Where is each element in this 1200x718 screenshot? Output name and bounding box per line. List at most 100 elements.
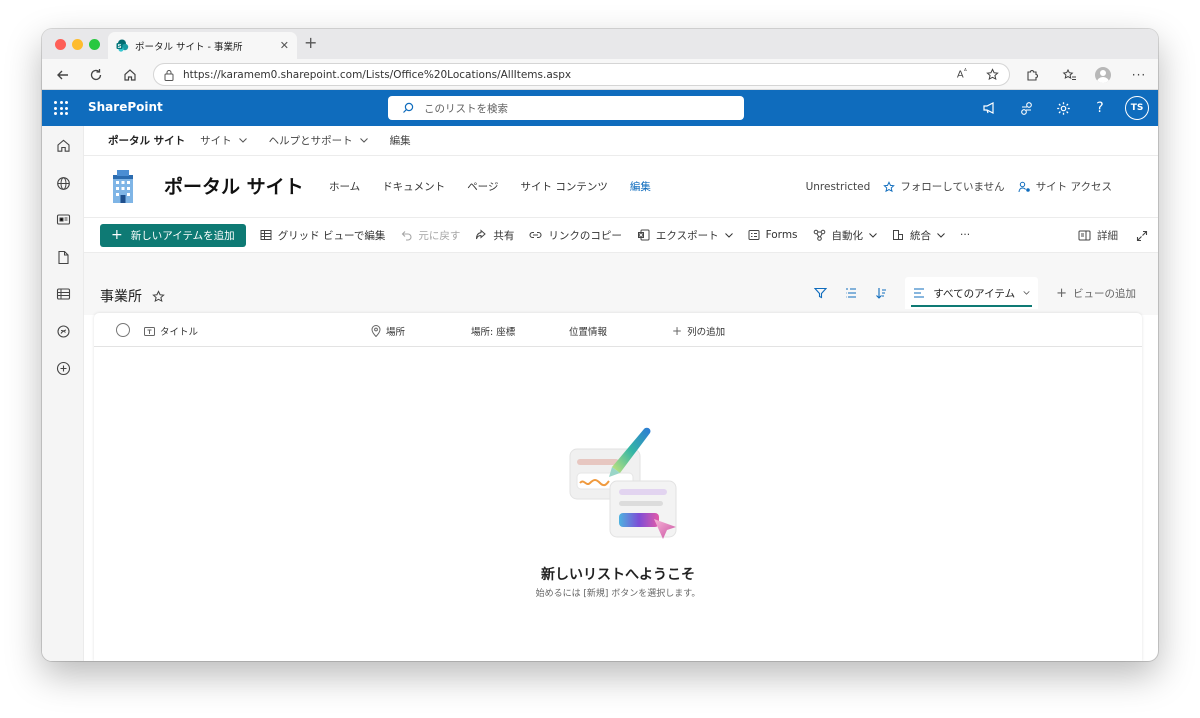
integrate-icon [893, 230, 904, 240]
plus-icon: + [672, 324, 683, 338]
nav-home[interactable]: ホーム [329, 179, 360, 194]
automate-button[interactable]: 自動化 [813, 228, 878, 243]
read-aloud-icon[interactable]: Aᐞ [957, 68, 967, 80]
copy-link-button[interactable]: リンクのコピー [529, 228, 622, 243]
browser-tab[interactable]: S ポータル サイト - 事業所 ✕ [108, 32, 297, 59]
app-launcher-icon[interactable] [54, 101, 68, 115]
tab-bar: S ポータル サイト - 事業所 ✕ + [42, 29, 1158, 59]
sort-icon[interactable] [875, 287, 887, 299]
minimize-window-button[interactable] [72, 39, 83, 50]
column-location-coordinates[interactable]: 場所: 座標 [471, 324, 515, 338]
hub-site-link[interactable]: ポータル サイト [108, 133, 185, 148]
viva-engage-icon[interactable] [54, 322, 72, 340]
hub-navigation: ポータル サイト サイト ヘルプとサポート 編集 [84, 126, 1158, 156]
command-bar: + 新しいアイテムを追加 グリッド ビューで編集 元に戻す 共有 リンクのコピー … [84, 218, 1158, 253]
column-geolocation[interactable]: 位置情報 [569, 324, 607, 338]
nav-edit[interactable]: 編集 [630, 179, 651, 194]
share-label: 共有 [493, 229, 515, 242]
nav-site-contents[interactable]: サイト コンテンツ [520, 179, 607, 194]
list-title[interactable]: 事業所 [100, 286, 142, 306]
close-window-button[interactable] [55, 39, 66, 50]
follow-label: フォローしていません [900, 181, 1005, 193]
favorite-list-star-icon[interactable] [152, 289, 165, 303]
hub-nav-help[interactable]: ヘルプとサポート [269, 133, 368, 148]
column-location[interactable]: 場所 [371, 324, 405, 338]
chevron-down-icon [724, 232, 733, 238]
app-name[interactable]: SharePoint [88, 100, 163, 114]
help-icon[interactable]: ? [1091, 99, 1109, 117]
share-icon [476, 229, 487, 240]
announcement-icon[interactable] [980, 99, 998, 117]
home-button[interactable] [120, 65, 140, 85]
browser-menu-icon[interactable]: ··· [1129, 65, 1149, 85]
close-tab-icon[interactable]: ✕ [280, 39, 289, 52]
lists-icon[interactable] [54, 285, 72, 303]
chevron-down-icon [869, 232, 877, 238]
extensions-button[interactable] [1022, 65, 1042, 85]
nav-documents[interactable]: ドキュメント [382, 179, 445, 194]
file-icon[interactable] [54, 248, 72, 266]
add-view-label: ビューの追加 [1073, 287, 1136, 300]
hub-nav-sites[interactable]: サイト [200, 133, 247, 148]
add-column-button[interactable]: + 列の追加 [672, 324, 725, 338]
site-navigation: ホーム ドキュメント ページ サイト コンテンツ 編集 [329, 179, 651, 194]
favorites-button[interactable] [1059, 65, 1079, 85]
sharepoint-favicon-icon: S [116, 39, 129, 52]
location-pin-icon [371, 325, 381, 337]
new-tab-button[interactable]: + [304, 35, 317, 51]
address-toolbar: https://karamem0.sharepoint.com/Lists/Of… [42, 59, 1158, 90]
column-title[interactable]: タイトル [144, 324, 198, 338]
integrate-button[interactable]: 統合 [892, 228, 945, 243]
create-add-icon[interactable] [54, 359, 72, 377]
select-all-checkbox[interactable] [116, 323, 130, 337]
integrate-label: 統合 [910, 229, 932, 242]
empty-state-title: 新しいリストへようこそ [541, 567, 695, 583]
site-access-button[interactable]: サイト アクセス [1018, 179, 1112, 194]
site-title[interactable]: ポータル サイト [164, 172, 304, 199]
address-bar[interactable]: https://karamem0.sharepoint.com/Lists/Of… [153, 63, 1010, 86]
back-button[interactable] [53, 65, 73, 85]
undo-label: 元に戻す [418, 229, 461, 242]
expand-icon[interactable] [1136, 230, 1148, 242]
add-new-item-label: 新しいアイテムを追加 [130, 229, 235, 242]
sharepoint-activity-icon[interactable] [1017, 99, 1035, 117]
hub-nav-label: サイト [200, 135, 232, 147]
share-button[interactable]: 共有 [475, 228, 514, 243]
grid-edit-label: グリッド ビューで編集 [277, 229, 386, 242]
favorite-star-icon[interactable] [986, 68, 999, 81]
chevron-down-icon [359, 138, 368, 143]
profile-button[interactable] [1093, 65, 1113, 85]
refresh-button[interactable] [86, 65, 106, 85]
add-view-button[interactable]: + ビューの追加 [1056, 286, 1136, 301]
chevron-down-icon [1023, 291, 1030, 295]
tab-title: ポータル サイト - 事業所 [135, 41, 243, 53]
settings-gear-icon[interactable] [1054, 99, 1072, 117]
home-icon[interactable] [54, 136, 72, 154]
nav-pages[interactable]: ページ [467, 179, 498, 194]
export-label: エクスポート [655, 229, 719, 242]
group-by-icon[interactable] [845, 287, 857, 299]
follow-button[interactable]: フォローしていません [883, 179, 1005, 194]
export-button[interactable]: エクスポート [637, 228, 733, 243]
globe-icon[interactable] [54, 174, 72, 192]
search-box[interactable]: このリストを検索 [388, 96, 744, 120]
user-avatar[interactable]: TS [1125, 96, 1149, 120]
add-new-item-button[interactable]: + 新しいアイテムを追加 [100, 223, 246, 247]
svg-text:S: S [118, 44, 122, 50]
view-selector[interactable]: すべてのアイテム [905, 277, 1039, 309]
details-pane-button[interactable]: 詳細 [1078, 228, 1118, 243]
forms-button[interactable]: Forms [748, 229, 798, 241]
sensitivity-label[interactable]: Unrestricted [806, 181, 871, 193]
zoom-window-button[interactable] [89, 39, 100, 50]
info-pane-icon [1078, 230, 1091, 241]
grid-edit-button[interactable]: グリッド ビューで編集 [260, 228, 386, 243]
hub-nav-edit[interactable]: 編集 [390, 133, 411, 148]
undo-button[interactable]: 元に戻す [400, 228, 460, 243]
filter-icon[interactable] [814, 287, 828, 299]
browser-window: S ポータル サイト - 事業所 ✕ + https://karamem0.sh… [42, 29, 1158, 661]
empty-list-illustration [564, 421, 684, 546]
news-icon[interactable] [54, 210, 72, 228]
more-options-button[interactable]: ··· [960, 229, 970, 241]
hub-nav-label: ヘルプとサポート [268, 135, 353, 147]
site-logo-building-icon[interactable] [108, 168, 138, 204]
